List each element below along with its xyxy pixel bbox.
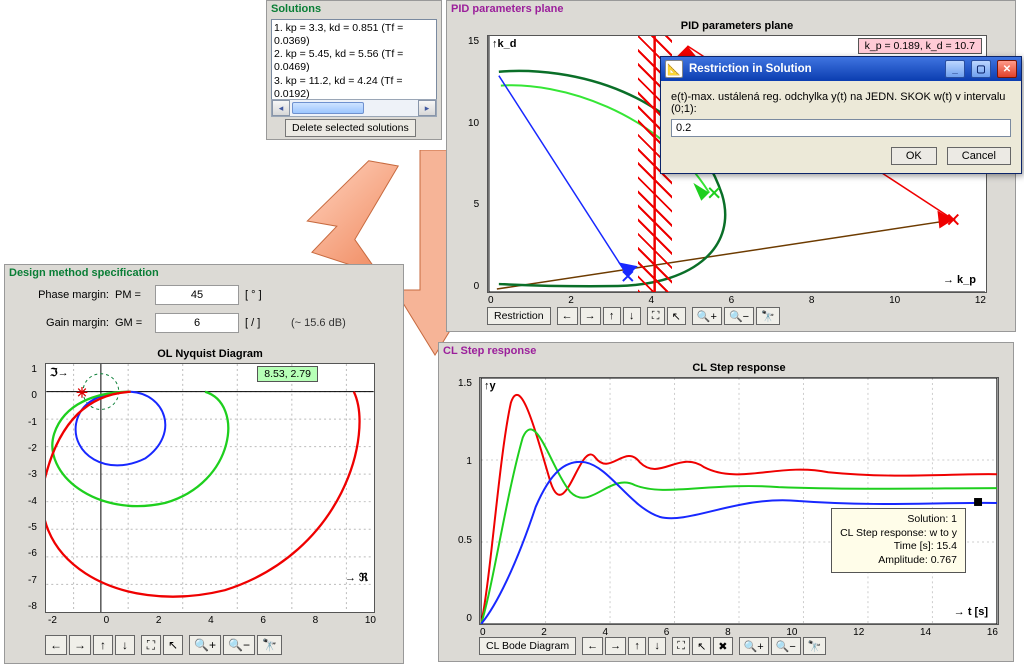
solutions-title: Solutions <box>267 1 441 17</box>
phase-margin-label: Phase margin: <box>29 289 109 301</box>
scroll-right-icon[interactable]: ▸ <box>418 100 436 116</box>
cl-plot-title: CL Step response <box>480 362 998 374</box>
cl-data-tip: Solution: 1 CL Step response: w to y Tim… <box>831 508 966 573</box>
nyquist-plot[interactable]: OL Nyquist Diagram ✳ 8.53, 2.79 ℜ <box>45 363 375 613</box>
nav-right-button[interactable]: → <box>580 307 601 325</box>
gain-margin-var: GM = <box>115 317 149 329</box>
pid-panel-title: PID parameters plane <box>447 1 1015 17</box>
pointer-button[interactable]: ↖ <box>163 635 183 655</box>
cl-ylabel: ↑y <box>484 380 496 392</box>
maximize-button[interactable]: ▢ <box>971 60 991 78</box>
nav-right-button[interactable]: → <box>605 637 626 655</box>
nyquist-xlabel: ℜ <box>345 571 368 584</box>
pid-plot-title: PID parameters plane <box>488 20 986 32</box>
dialog-title: Restriction in Solution <box>689 63 812 75</box>
list-item[interactable]: 1. kp = 3.3, kd = 0.851 (Tf = 0.0369) <box>274 22 434 48</box>
svg-text:✳: ✳ <box>76 385 88 401</box>
zoom-in-button[interactable]: 🔍+ <box>739 637 769 655</box>
dialog-prompt: e(t)-max. ustálená reg. odchylka y(t) na… <box>671 91 1011 115</box>
minimize-button[interactable]: _ <box>945 60 965 78</box>
zoom-out-button[interactable]: 🔍− <box>724 307 754 325</box>
nyquist-toolbar: ← → ↑ ↓ ⛶ ↖ 🔍+ 🔍− 🔭 <box>45 635 282 655</box>
restriction-button[interactable]: Restriction <box>487 307 551 325</box>
restriction-value-input[interactable] <box>671 119 1011 137</box>
nav-left-button[interactable]: ← <box>582 637 603 655</box>
pid-readout: k_p = 0.189, k_d = 10.7 <box>858 38 982 54</box>
cl-xlabel: t [s] <box>954 606 988 618</box>
solutions-list[interactable]: 1. kp = 3.3, kd = 0.851 (Tf = 0.0369) 2.… <box>271 19 437 105</box>
pid-ylabel: ↑k_d <box>492 38 516 50</box>
scroll-left-icon[interactable]: ◂ <box>272 100 290 116</box>
nav-up-button[interactable]: ↑ <box>603 307 621 325</box>
nav-up-button[interactable]: ↑ <box>628 637 646 655</box>
binoculars-button[interactable]: 🔭 <box>756 307 780 325</box>
gain-margin-label: Gain margin: <box>29 317 109 329</box>
nav-left-button[interactable]: ← <box>45 635 67 655</box>
cancel-button[interactable]: Cancel <box>947 147 1011 165</box>
remove-button[interactable]: ✖ <box>713 637 732 655</box>
gain-margin-input[interactable] <box>155 313 239 333</box>
nav-right-button[interactable]: → <box>69 635 91 655</box>
delete-solutions-button[interactable]: Delete selected solutions <box>285 119 416 137</box>
list-item[interactable]: 3. kp = 11.2, kd = 4.24 (Tf = 0.0192) <box>274 75 434 101</box>
cl-panel-title: CL Step response <box>439 343 1013 359</box>
select-region-button[interactable]: ⛶ <box>672 637 690 655</box>
restriction-dialog: Restriction in Solution _ ▢ ✕ e(t)-max. … <box>660 56 1022 174</box>
cl-svg <box>480 378 998 624</box>
design-title: Design method specification <box>5 265 403 281</box>
zoom-out-button[interactable]: 🔍− <box>771 637 801 655</box>
phase-margin-unit: [ ° ] <box>245 289 285 301</box>
phase-margin-var: PM = <box>115 289 149 301</box>
zoom-out-button[interactable]: 🔍− <box>223 635 255 655</box>
design-panel: Design method specification Phase margin… <box>4 264 404 664</box>
cl-panel: CL Step response CL Step response Soluti… <box>438 342 1014 662</box>
nyquist-ylabel: ℑ→ <box>50 366 69 379</box>
select-region-button[interactable]: ⛶ <box>647 307 665 325</box>
app-icon <box>665 60 683 78</box>
ok-button[interactable]: OK <box>891 147 937 165</box>
nav-down-button[interactable]: ↓ <box>648 637 666 655</box>
zoom-in-button[interactable]: 🔍+ <box>692 307 722 325</box>
gain-margin-note: (~ 15.6 dB) <box>291 317 346 329</box>
binoculars-button[interactable]: 🔭 <box>257 635 282 655</box>
cl-bode-button[interactable]: CL Bode Diagram <box>479 637 576 655</box>
solutions-panel: Solutions 1. kp = 3.3, kd = 0.851 (Tf = … <box>266 0 442 140</box>
nav-left-button[interactable]: ← <box>557 307 578 325</box>
nav-up-button[interactable]: ↑ <box>93 635 113 655</box>
nav-down-button[interactable]: ↓ <box>623 307 641 325</box>
nav-down-button[interactable]: ↓ <box>115 635 135 655</box>
nyquist-title: OL Nyquist Diagram <box>46 348 374 360</box>
close-button[interactable]: ✕ <box>997 60 1017 78</box>
pointer-button[interactable]: ↖ <box>667 307 686 325</box>
phase-margin-input[interactable] <box>155 285 239 305</box>
solutions-hscroll[interactable]: ◂ ▸ <box>271 99 437 117</box>
binoculars-button[interactable]: 🔭 <box>803 637 827 655</box>
pid-xlabel: k_p <box>943 274 976 286</box>
zoom-in-button[interactable]: 🔍+ <box>189 635 221 655</box>
list-item[interactable]: 2. kp = 5.45, kd = 5.56 (Tf = 0.0469) <box>274 48 434 74</box>
cl-plot[interactable]: CL Step response Solution: 1 CL Step res… <box>479 377 999 625</box>
pointer-button[interactable]: ↖ <box>692 637 711 655</box>
gain-margin-unit: [ / ] <box>245 317 285 329</box>
select-region-button[interactable]: ⛶ <box>141 635 161 655</box>
nyquist-readout: 8.53, 2.79 <box>257 366 318 382</box>
nyquist-svg: ✳ <box>46 364 374 612</box>
